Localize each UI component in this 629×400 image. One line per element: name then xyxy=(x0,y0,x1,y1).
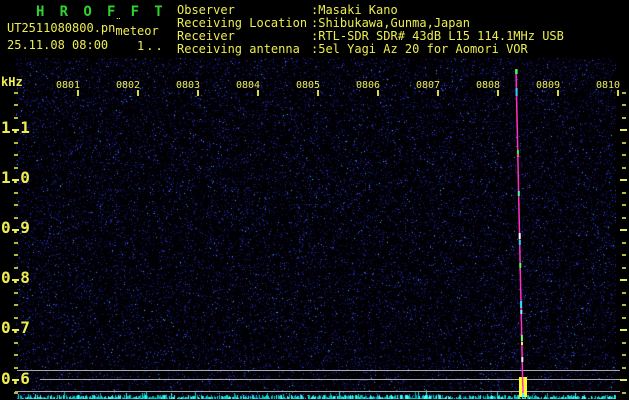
trace-speck xyxy=(519,263,522,268)
trace-speck xyxy=(518,240,521,245)
trace-speck xyxy=(522,393,525,397)
trace-speck xyxy=(520,335,523,341)
meteor-trace-layer xyxy=(515,69,527,398)
trace-speck xyxy=(522,386,524,391)
trace-speck xyxy=(517,154,519,157)
trace-speck xyxy=(520,301,523,308)
trace-speck xyxy=(520,310,523,314)
trace-speck xyxy=(521,342,523,345)
hrofft-output-screen: H R O F F T UT2511080800.pn ¨ meteor 25.11… xyxy=(0,0,629,400)
trace-speck xyxy=(515,88,518,96)
trace-speck xyxy=(517,191,520,196)
trace-speck xyxy=(518,233,521,239)
trace-tip xyxy=(515,69,518,74)
spectrogram: kHz 1.1 1.0 0.9 0.8 0.7 0.6 0801 0802 08… xyxy=(0,0,629,400)
trace-speck xyxy=(521,357,524,362)
